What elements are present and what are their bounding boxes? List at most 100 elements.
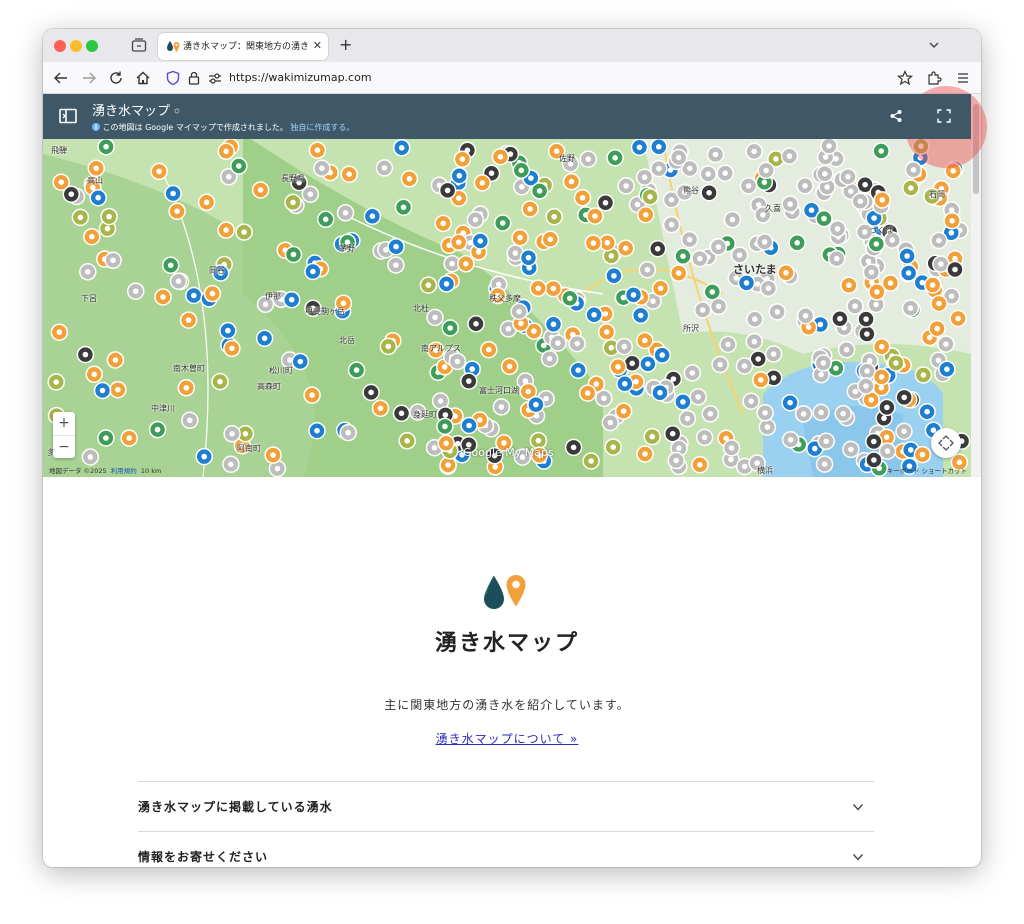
spring-marker[interactable]: [837, 340, 856, 359]
spring-marker[interactable]: [544, 279, 563, 298]
spring-marker[interactable]: [943, 212, 961, 230]
home-icon[interactable]: [135, 70, 151, 86]
spring-marker[interactable]: [85, 365, 103, 384]
spring-marker[interactable]: [887, 354, 905, 372]
spring-marker[interactable]: [434, 214, 452, 233]
accordion-listed-springs[interactable]: 湧き水マップに掲載している湧水: [138, 781, 874, 832]
spring-marker[interactable]: [582, 452, 600, 470]
accordion-send-info[interactable]: 情報をお寄せください: [138, 831, 874, 867]
spring-marker[interactable]: [284, 193, 302, 212]
spring-marker[interactable]: [511, 228, 529, 247]
bookmark-star-icon[interactable]: [897, 70, 913, 86]
spring-marker[interactable]: [930, 231, 948, 250]
spring-marker[interactable]: [549, 334, 567, 352]
spring-marker[interactable]: [585, 306, 603, 324]
spring-marker[interactable]: [938, 360, 956, 378]
spring-marker[interactable]: [291, 352, 310, 371]
spring-marker[interactable]: [828, 220, 847, 238]
spring-marker[interactable]: [223, 339, 241, 358]
spring-marker[interactable]: [62, 185, 81, 203]
spring-marker[interactable]: [691, 249, 709, 268]
terms-link[interactable]: 利用規約: [111, 467, 137, 475]
spring-marker[interactable]: [363, 207, 382, 225]
spring-marker[interactable]: [781, 431, 800, 449]
spring-marker[interactable]: [436, 417, 454, 436]
spring-marker[interactable]: [868, 283, 886, 301]
spring-marker[interactable]: [637, 206, 655, 224]
spring-marker[interactable]: [211, 372, 229, 391]
spring-marker[interactable]: [387, 237, 405, 256]
spring-marker[interactable]: [467, 315, 485, 333]
spring-marker[interactable]: [362, 383, 380, 402]
close-window-button[interactable]: [54, 40, 66, 52]
spring-marker[interactable]: [737, 274, 756, 292]
spring-marker[interactable]: [87, 159, 105, 178]
spring-marker[interactable]: [169, 272, 188, 290]
spring-marker[interactable]: [895, 388, 913, 407]
keyboard-shortcuts-link[interactable]: キーボード ショートカット: [887, 467, 967, 475]
spring-marker[interactable]: [379, 337, 398, 356]
spring-marker[interactable]: [857, 310, 875, 328]
create-map-link[interactable]: 独自に作成する。: [290, 123, 354, 132]
spring-marker[interactable]: [858, 362, 876, 380]
spring-marker[interactable]: [695, 428, 714, 447]
spring-marker[interactable]: [904, 161, 923, 179]
spring-marker[interactable]: [722, 439, 741, 457]
spring-marker[interactable]: [758, 418, 777, 436]
sidebar-toggle-icon[interactable]: [59, 108, 77, 124]
spring-marker[interactable]: [426, 308, 444, 327]
recenter-button[interactable]: [931, 428, 961, 458]
spring-marker[interactable]: [394, 198, 413, 217]
spring-marker[interactable]: [617, 177, 635, 195]
shield-icon[interactable]: [165, 70, 181, 86]
spring-marker[interactable]: [392, 404, 411, 423]
spring-marker[interactable]: [222, 455, 240, 474]
spring-marker[interactable]: [450, 166, 469, 185]
spring-marker[interactable]: [109, 380, 127, 399]
spring-marker[interactable]: [313, 159, 331, 178]
spring-marker[interactable]: [339, 423, 357, 442]
spring-marker[interactable]: [340, 165, 358, 183]
spring-marker[interactable]: [816, 165, 834, 183]
spring-marker[interactable]: [662, 215, 681, 234]
spring-marker[interactable]: [573, 189, 592, 207]
spring-marker[interactable]: [89, 188, 107, 207]
spring-marker[interactable]: [914, 366, 933, 384]
spring-marker[interactable]: [76, 345, 95, 364]
spring-marker[interactable]: [541, 230, 560, 249]
tab-close-icon[interactable]: ✕: [313, 39, 322, 53]
spring-marker[interactable]: [745, 332, 764, 351]
spring-marker[interactable]: [699, 165, 717, 183]
spring-marker[interactable]: [480, 340, 498, 359]
map-more-icon[interactable]: [174, 108, 180, 114]
spring-marker[interactable]: [867, 235, 886, 253]
spring-marker[interactable]: [928, 319, 946, 338]
spring-marker[interactable]: [419, 276, 438, 294]
spring-marker[interactable]: [466, 211, 485, 229]
spring-marker[interactable]: [586, 207, 604, 225]
spring-marker[interactable]: [282, 290, 301, 309]
spring-marker[interactable]: [148, 420, 167, 439]
spring-marker[interactable]: [788, 234, 806, 252]
spring-marker[interactable]: [126, 282, 145, 300]
spring-marker[interactable]: [913, 445, 932, 464]
spring-marker[interactable]: [50, 323, 69, 341]
spring-marker[interactable]: [663, 424, 682, 443]
spring-marker[interactable]: [937, 335, 955, 353]
spring-marker[interactable]: [812, 403, 830, 422]
spring-marker[interactable]: [564, 438, 583, 457]
spring-marker[interactable]: [578, 384, 597, 402]
spring-marker[interactable]: [561, 289, 579, 308]
spring-marker[interactable]: [651, 383, 669, 402]
spring-marker[interactable]: [815, 209, 833, 228]
spring-marker[interactable]: [820, 137, 838, 155]
spring-marker[interactable]: [400, 170, 419, 188]
spring-marker[interactable]: [398, 432, 416, 450]
spring-marker[interactable]: [650, 159, 668, 178]
spring-marker[interactable]: [756, 404, 774, 422]
spring-marker[interactable]: [711, 355, 729, 374]
spring-marker[interactable]: [648, 240, 667, 258]
spring-marker[interactable]: [83, 227, 101, 246]
map-title[interactable]: 湧き水マップ: [92, 104, 170, 120]
spring-marker[interactable]: [781, 393, 799, 412]
